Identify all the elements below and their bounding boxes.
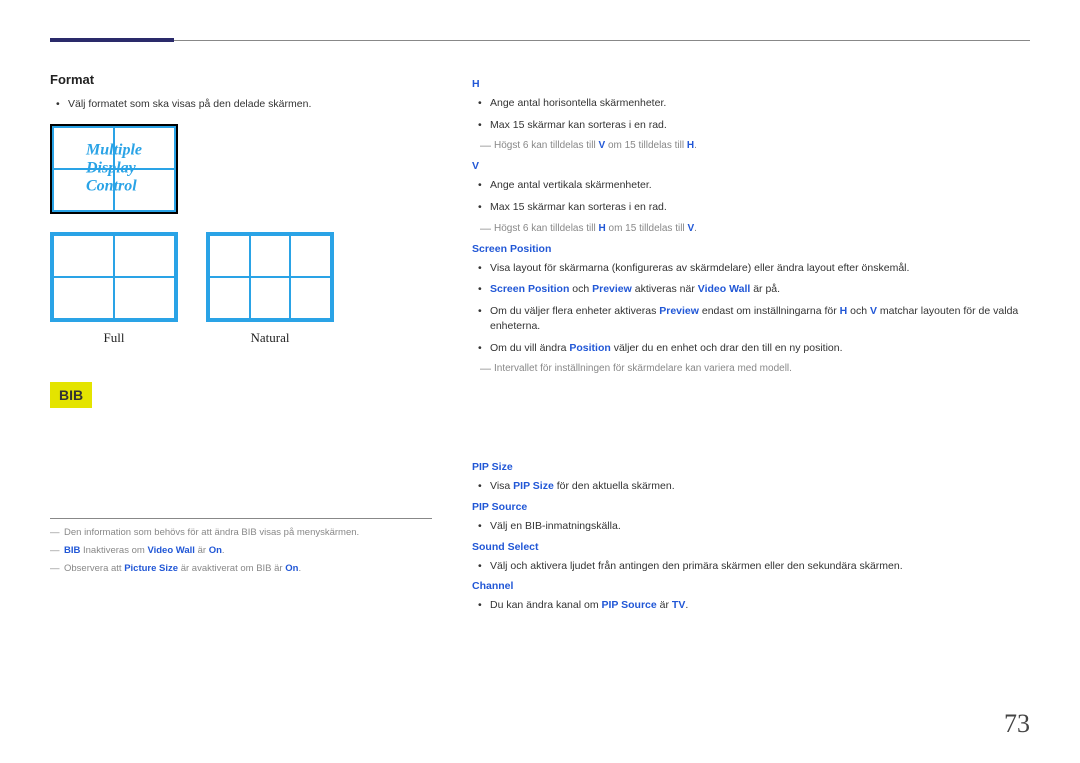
h-b2: Max 15 skärmar kan sorteras i en rad.	[472, 118, 1030, 133]
channel-b: Du kan ändra kanal om PIP Source är TV.	[472, 598, 1030, 613]
format-options: Full Natural	[50, 232, 432, 346]
bib-badge: BIB	[50, 382, 92, 408]
format-desc: Välj formatet som ska visas på den delad…	[50, 97, 432, 112]
v-b1: Ange antal vertikala skärmenheter.	[472, 178, 1030, 193]
format-heading: Format	[50, 72, 432, 87]
sound-b: Välj och aktivera ljudet från antingen d…	[472, 559, 1030, 574]
format-list: Välj formatet som ska visas på den delad…	[50, 97, 432, 112]
v-section: V Ange antal vertikala skärmenheter. Max…	[472, 160, 1030, 235]
footnote-1: Den information som behövs för att ändra…	[50, 527, 432, 539]
pip-source-section: PIP Source Välj en BIB-inmatningskälla.	[472, 501, 1030, 534]
channel-head: Channel	[472, 580, 1030, 592]
sp-b1: Visa layout för skärmarna (konfigureras …	[472, 261, 1030, 276]
pip-size-b: Visa PIP Size för den aktuella skärmen.	[472, 479, 1030, 494]
page-number: 73	[1004, 709, 1030, 739]
sound-head: Sound Select	[472, 541, 1030, 553]
h-note: Högst 6 kan tilldelas till V om 15 tilld…	[472, 139, 1030, 153]
h-b1: Ange antal horisontella skärmenheter.	[472, 96, 1030, 111]
mdc-diagram: Multiple Display Control	[50, 124, 178, 214]
pip-size-head: PIP Size	[472, 461, 1030, 473]
pip-source-head: PIP Source	[472, 501, 1030, 513]
format-full: Full	[50, 232, 178, 346]
sp-b2: Screen Position och Preview aktiveras nä…	[472, 282, 1030, 297]
h-section: H Ange antal horisontella skärmenheter. …	[472, 78, 1030, 153]
sp-head: Screen Position	[472, 243, 1030, 255]
page-content: Format Välj formatet som ska visas på de…	[50, 72, 1030, 620]
v-note: Högst 6 kan tilldelas till H om 15 tilld…	[472, 222, 1030, 236]
sound-select-section: Sound Select Välj och aktivera ljudet fr…	[472, 541, 1030, 574]
footnote-rule	[50, 518, 432, 519]
full-diagram	[50, 232, 178, 322]
full-label: Full	[50, 330, 178, 346]
footnote-3: Observera att Picture Size är avaktivera…	[50, 563, 432, 575]
format-natural: Natural	[206, 232, 334, 346]
sp-note: Intervallet för inställningen för skärmd…	[472, 362, 1030, 376]
natural-diagram	[206, 232, 334, 322]
v-b2: Max 15 skärmar kan sorteras i en rad.	[472, 200, 1030, 215]
channel-section: Channel Du kan ändra kanal om PIP Source…	[472, 580, 1030, 613]
mdc-label: Multiple Display Control	[86, 141, 142, 196]
screen-position-section: Screen Position Visa layout för skärmarn…	[472, 243, 1030, 376]
left-column: Format Välj formatet som ska visas på de…	[50, 72, 432, 620]
h-head: H	[472, 78, 1030, 90]
sp-b3: Om du väljer flera enheter aktiveras Pre…	[472, 304, 1030, 333]
pip-size-section: PIP Size Visa PIP Size för den aktuella …	[472, 461, 1030, 494]
footnote-2: BIB Inaktiveras om Video Wall är On.	[50, 545, 432, 557]
sp-b4: Om du vill ändra Position väljer du en e…	[472, 341, 1030, 356]
natural-label: Natural	[206, 330, 334, 346]
pip-source-b: Välj en BIB-inmatningskälla.	[472, 519, 1030, 534]
right-column: H Ange antal horisontella skärmenheter. …	[472, 72, 1030, 620]
v-head: V	[472, 160, 1030, 172]
header-rule	[50, 38, 1030, 42]
